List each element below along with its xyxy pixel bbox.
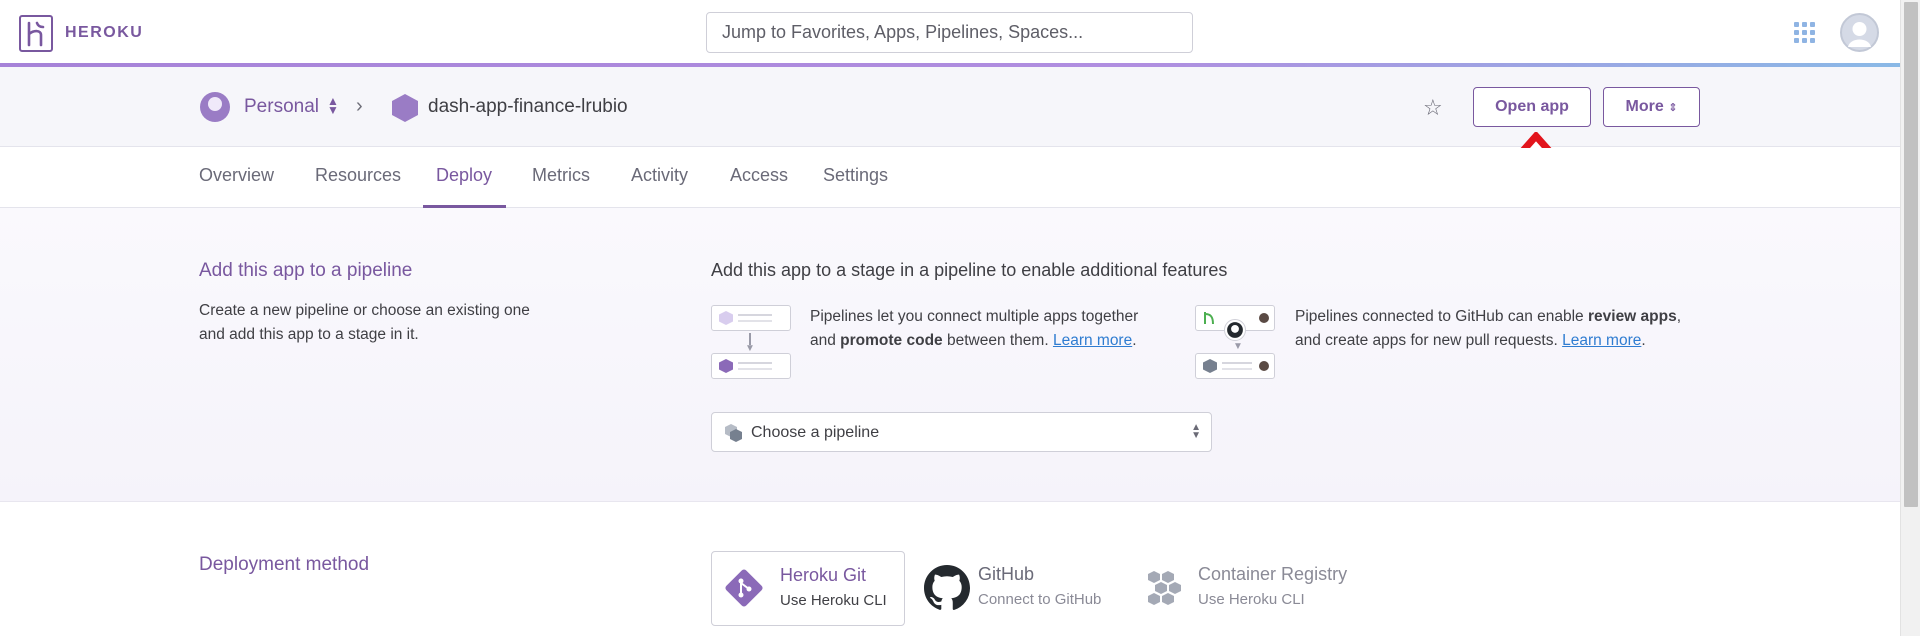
- tab-settings[interactable]: Settings: [823, 165, 888, 186]
- method-github-title: GitHub: [978, 564, 1035, 584]
- app-header: Personal ▲ ▼ › dash-app-finance-lrubio ☆ …: [0, 67, 1900, 147]
- deployment-section-title: Deployment method: [199, 554, 370, 575]
- tab-resources[interactable]: Resources: [315, 165, 401, 186]
- pipeline-heading: Add this app to a stage in a pipeline to…: [711, 260, 1228, 280]
- pipeline-select-icon: [725, 424, 742, 442]
- tab-deploy[interactable]: Deploy: [436, 165, 492, 186]
- method-heroku-git-title: Heroku Git: [780, 565, 867, 585]
- more-button-label: More: [1625, 98, 1664, 115]
- method-container-registry-title: Container Registry: [1198, 564, 1348, 584]
- learn-more-link-github[interactable]: Learn more: [1562, 332, 1641, 349]
- favorite-star-icon[interactable]: ☆: [1423, 95, 1443, 121]
- pipeline-section-title: Add this app to a pipeline: [199, 260, 413, 281]
- info2-text: Pipelines connected to GitHub can enable: [1295, 308, 1588, 325]
- select-updown-icon: ▲ ▼: [1191, 422, 1201, 441]
- tab-access[interactable]: Access: [730, 165, 788, 186]
- pipeline-info-github: Pipelines connected to GitHub can enable…: [1295, 308, 1682, 349]
- more-button[interactable]: More ⇕: [1603, 87, 1700, 127]
- pipeline-section: Add this app to a pipeline Create a new …: [0, 208, 1900, 502]
- pipeline-section-description: Create a new pipeline or choose an exist…: [199, 302, 530, 343]
- breadcrumb-chevron-icon: ›: [356, 95, 363, 117]
- github-review-illustration-icon: ▼: [1195, 305, 1277, 381]
- app-hexagon-icon: [392, 94, 418, 122]
- choose-pipeline-select[interactable]: Choose a pipeline ▲ ▼: [711, 412, 1212, 452]
- tab-activity[interactable]: Activity: [631, 165, 688, 186]
- app-name[interactable]: dash-app-finance-lrubio: [428, 96, 628, 118]
- pipeline-info-promote: Pipelines let you connect multiple apps …: [810, 308, 1139, 349]
- method-heroku-git-subtitle: Use Heroku CLI: [780, 592, 887, 609]
- more-updown-icon: ⇕: [1668, 102, 1678, 114]
- method-github-subtitle: Connect to GitHub: [978, 591, 1102, 608]
- account-switcher[interactable]: Personal: [244, 96, 319, 118]
- container-registry-icon: [1148, 571, 1181, 605]
- learn-more-link-promote[interactable]: Learn more: [1053, 332, 1132, 349]
- github-icon: [924, 565, 970, 610]
- tab-metrics[interactable]: Metrics: [532, 165, 590, 186]
- top-navbar: HEROKU Jump to Favorites, Apps, Pipeline…: [0, 0, 1900, 64]
- scrollbar-thumb[interactable]: [1904, 2, 1918, 507]
- personal-account-icon[interactable]: [200, 92, 230, 122]
- open-app-button[interactable]: Open app: [1473, 87, 1591, 127]
- page-scrollbar[interactable]: [1900, 0, 1920, 636]
- tab-overview[interactable]: Overview: [199, 165, 274, 186]
- info1-bold: promote code: [840, 332, 943, 349]
- user-avatar[interactable]: [1840, 13, 1879, 52]
- method-heroku-git[interactable]: Heroku Git Use Heroku CLI: [711, 551, 905, 626]
- heroku-logo-icon[interactable]: [19, 15, 53, 52]
- heroku-git-icon: [725, 569, 763, 607]
- apps-grid-icon[interactable]: [1794, 22, 1816, 44]
- account-updown-icon[interactable]: ▲ ▼: [327, 95, 339, 116]
- user-avatar-icon: [1848, 22, 1871, 47]
- search-input[interactable]: Jump to Favorites, Apps, Pipelines, Spac…: [706, 12, 1193, 53]
- method-container-registry-subtitle: Use Heroku CLI: [1198, 591, 1305, 608]
- app-tabs: Overview Resources Deploy Metrics Activi…: [0, 148, 1900, 208]
- info1-text-post: between them.: [942, 332, 1053, 349]
- promote-illustration-icon: ▼: [711, 305, 793, 381]
- info2-bold: review apps: [1587, 308, 1677, 325]
- pipeline-select-label: Choose a pipeline: [751, 424, 880, 441]
- brand-name[interactable]: HEROKU: [65, 24, 143, 42]
